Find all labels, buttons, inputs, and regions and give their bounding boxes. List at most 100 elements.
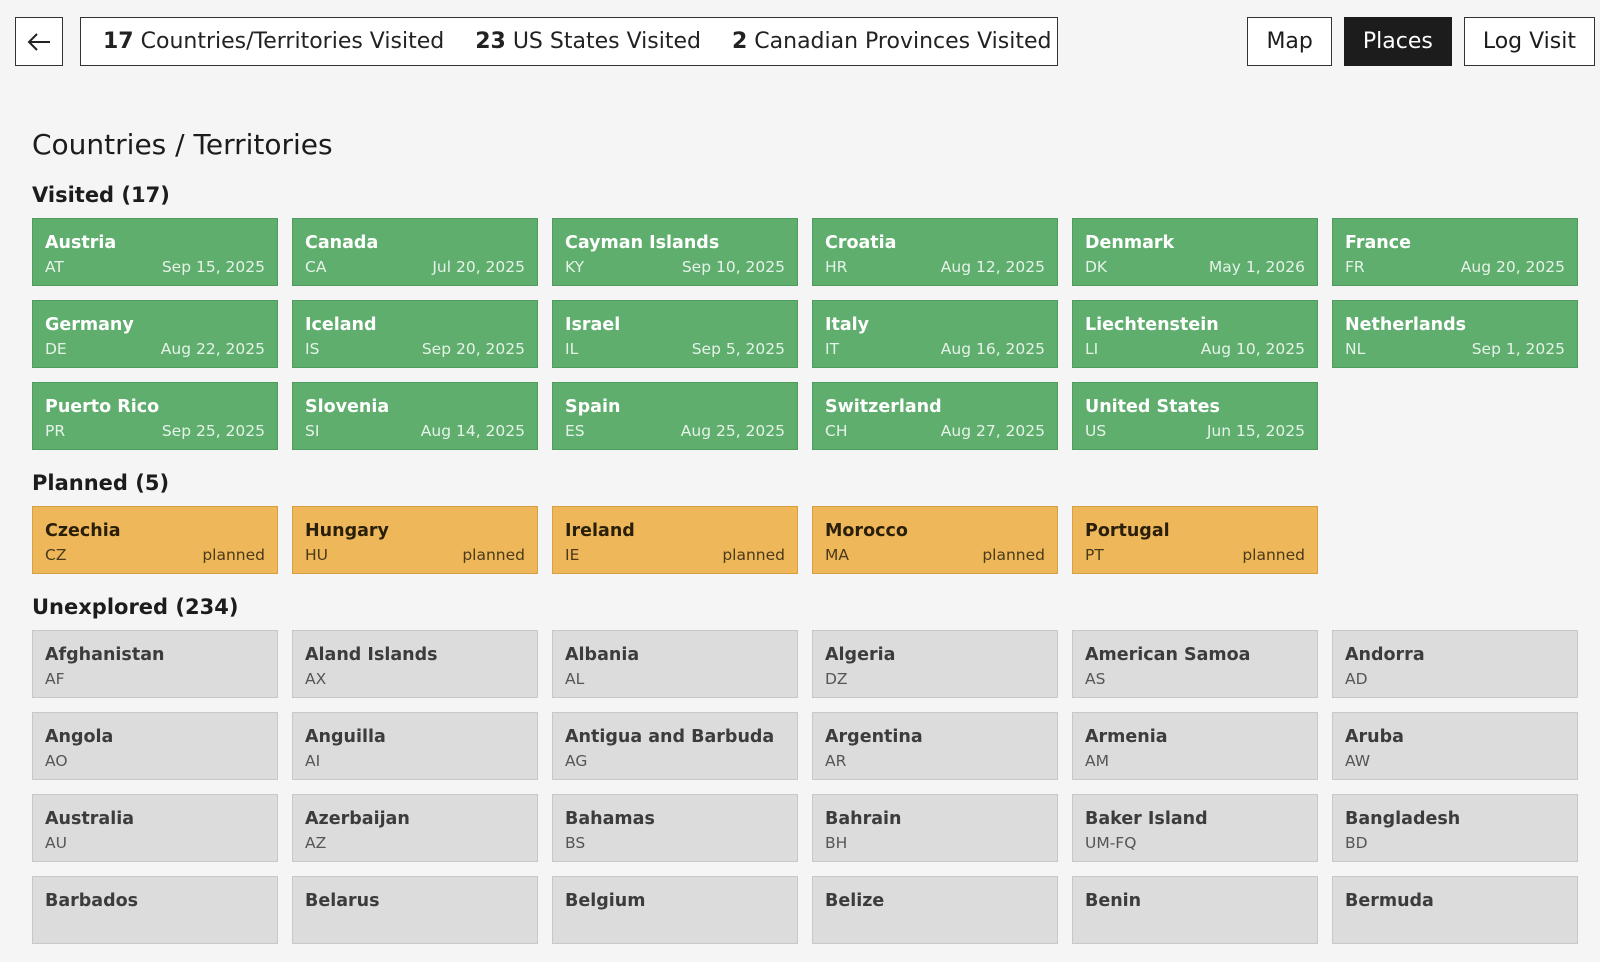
country-code: HU (305, 546, 329, 564)
country-name: Iceland (305, 315, 377, 335)
country-card[interactable]: Cayman Islands KY Sep 10, 2025 (552, 218, 798, 286)
country-card[interactable]: Denmark DK May 1, 2026 (1072, 218, 1318, 286)
country-code: HR (825, 258, 848, 276)
country-code: DK (1085, 258, 1108, 276)
card-details: LI Aug 10, 2025 (1085, 337, 1305, 361)
country-code: BD (1345, 834, 1368, 852)
country-name: Morocco (825, 521, 908, 541)
country-card[interactable]: Angola AO (32, 712, 278, 780)
card-details: AR (825, 749, 1045, 773)
country-card[interactable]: Andorra AD (1332, 630, 1578, 698)
country-card[interactable]: Australia AU (32, 794, 278, 862)
country-card[interactable]: Czechia CZ planned (32, 506, 278, 574)
country-card[interactable]: Hungary HU planned (292, 506, 538, 574)
country-card[interactable]: Algeria DZ (812, 630, 1058, 698)
stat-countries: 17 Countries/Territories Visited (103, 29, 444, 54)
country-card[interactable]: Belgium (552, 876, 798, 944)
card-details: NL Sep 1, 2025 (1345, 337, 1565, 361)
country-name: Algeria (825, 645, 896, 665)
country-card[interactable]: Benin (1072, 876, 1318, 944)
country-code: NL (1345, 340, 1366, 358)
country-card[interactable]: Slovenia SI Aug 14, 2025 (292, 382, 538, 450)
back-button[interactable] (15, 17, 63, 66)
country-name: United States (1085, 397, 1220, 417)
status-label: planned (462, 546, 525, 564)
country-code: CA (305, 258, 327, 276)
country-card[interactable]: Spain ES Aug 25, 2025 (552, 382, 798, 450)
country-card[interactable]: Ireland IE planned (552, 506, 798, 574)
card-details: AL (565, 667, 785, 691)
card-details: FR Aug 20, 2025 (1345, 255, 1565, 279)
country-card[interactable]: Italy IT Aug 16, 2025 (812, 300, 1058, 368)
visit-date: Aug 22, 2025 (160, 340, 265, 358)
country-name: Anguilla (305, 727, 386, 747)
card-details: CZ planned (45, 543, 265, 567)
country-card[interactable]: Albania AL (552, 630, 798, 698)
country-name: Andorra (1345, 645, 1425, 665)
country-card[interactable]: Switzerland CH Aug 27, 2025 (812, 382, 1058, 450)
country-card[interactable]: France FR Aug 20, 2025 (1332, 218, 1578, 286)
card-details (565, 913, 785, 937)
country-card[interactable]: Bahrain BH (812, 794, 1058, 862)
country-card[interactable]: American Samoa AS (1072, 630, 1318, 698)
country-card[interactable]: Austria AT Sep 15, 2025 (32, 218, 278, 286)
country-card[interactable]: Germany DE Aug 22, 2025 (32, 300, 278, 368)
country-card[interactable]: Liechtenstein LI Aug 10, 2025 (1072, 300, 1318, 368)
log-visit-button[interactable]: Log Visit (1463, 17, 1595, 66)
country-code: AW (1345, 752, 1371, 770)
country-card[interactable]: Barbados (32, 876, 278, 944)
country-card[interactable]: Canada CA Jul 20, 2025 (292, 218, 538, 286)
card-details: AW (1345, 749, 1565, 773)
country-name: Netherlands (1345, 315, 1467, 335)
country-card[interactable]: Belarus (292, 876, 538, 944)
stat-count: 23 (475, 29, 506, 54)
country-card[interactable]: Anguilla AI (292, 712, 538, 780)
country-card[interactable]: Armenia AM (1072, 712, 1318, 780)
country-card[interactable]: Argentina AR (812, 712, 1058, 780)
map-button[interactable]: Map (1247, 17, 1332, 66)
section-heading-unexplored: Unexplored (234) (32, 595, 239, 619)
country-name: Armenia (1085, 727, 1168, 747)
card-details: AO (45, 749, 265, 773)
visit-date: Sep 1, 2025 (1471, 340, 1565, 358)
card-details: AM (1085, 749, 1305, 773)
country-code: PR (45, 422, 66, 440)
country-name: Bahamas (565, 809, 655, 829)
country-card[interactable]: Azerbaijan AZ (292, 794, 538, 862)
country-card[interactable]: Baker Island UM-FQ (1072, 794, 1318, 862)
country-card[interactable]: Bahamas BS (552, 794, 798, 862)
card-details: AI (305, 749, 525, 773)
country-name: Czechia (45, 521, 121, 541)
country-card[interactable]: Afghanistan AF (32, 630, 278, 698)
country-card[interactable]: Aland Islands AX (292, 630, 538, 698)
country-card[interactable]: Portugal PT planned (1072, 506, 1318, 574)
country-card[interactable]: Bangladesh BD (1332, 794, 1578, 862)
country-code: DZ (825, 670, 848, 688)
country-card[interactable]: Netherlands NL Sep 1, 2025 (1332, 300, 1578, 368)
visit-date: Aug 14, 2025 (420, 422, 525, 440)
stat-us-states: 23 US States Visited (475, 29, 701, 54)
card-details: BS (565, 831, 785, 855)
stat-canadian-provinces: 2 Canadian Provinces Visited (732, 29, 1052, 54)
country-name: Albania (565, 645, 640, 665)
country-name: Bangladesh (1345, 809, 1461, 829)
stat-label: Canadian Provinces Visited (754, 29, 1052, 54)
country-name: Belarus (305, 891, 380, 911)
places-button[interactable]: Places (1343, 17, 1452, 66)
card-details (1085, 913, 1305, 937)
country-card[interactable]: Bermuda (1332, 876, 1578, 944)
card-details: CA Jul 20, 2025 (305, 255, 525, 279)
country-card[interactable]: Belize (812, 876, 1058, 944)
country-card[interactable]: Israel IL Sep 5, 2025 (552, 300, 798, 368)
visit-date: Sep 5, 2025 (691, 340, 785, 358)
country-card[interactable]: Iceland IS Sep 20, 2025 (292, 300, 538, 368)
country-card[interactable]: United States US Jun 15, 2025 (1072, 382, 1318, 450)
card-details: CH Aug 27, 2025 (825, 419, 1045, 443)
card-details: AD (1345, 667, 1565, 691)
country-card[interactable]: Antigua and Barbuda AG (552, 712, 798, 780)
card-details: AZ (305, 831, 525, 855)
country-card[interactable]: Morocco MA planned (812, 506, 1058, 574)
country-card[interactable]: Croatia HR Aug 12, 2025 (812, 218, 1058, 286)
country-card[interactable]: Aruba AW (1332, 712, 1578, 780)
country-card[interactable]: Puerto Rico PR Sep 25, 2025 (32, 382, 278, 450)
